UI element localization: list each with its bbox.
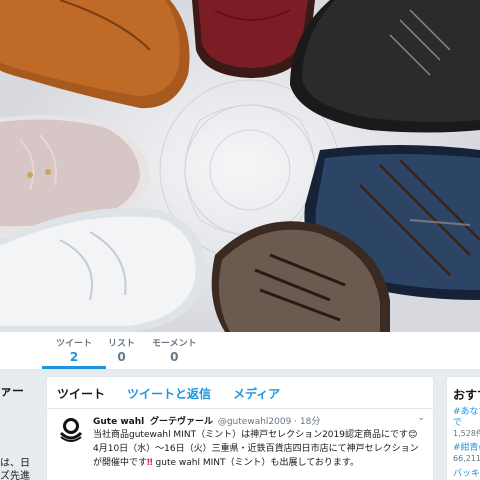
tweet-text: 当社商品gutewahl MINT（ミント）は神戸セレクション2019認定商品に… <box>93 428 429 470</box>
nav-moments-label: モーメント <box>152 339 197 349</box>
nav-tweets-count: 2 <box>69 350 79 364</box>
nav-moments[interactable]: モーメント 0 <box>152 338 197 364</box>
shoes-illustration <box>0 0 480 332</box>
profile-sidebar-heading: ァー <box>0 384 25 398</box>
nav-lists[interactable]: リスト 0 <box>108 338 135 364</box>
chevron-down-icon[interactable]: ⌄ <box>417 413 425 423</box>
trends-title: おすす <box>453 388 480 402</box>
timeline-card: ツイート ツイートと返信 メディア Gute wahl グーテヴァール @gut… <box>46 376 434 480</box>
trend-hashtag[interactable]: #あなた <box>453 407 480 418</box>
avatar[interactable] <box>57 415 85 443</box>
white-shoe <box>0 208 206 332</box>
tweet-text-line: 当社商品gutewahl MINT（ミント）は神戸セレクション2019認定商品に… <box>93 430 418 440</box>
trend-count: 66,211件 <box>453 454 480 463</box>
tweet-text-fragment: が開催中です <box>93 458 148 468</box>
nav-lists-count: 0 <box>117 350 126 364</box>
trend-item[interactable]: バッキ <box>453 469 480 480</box>
profile-sidebar: ァー は、日 ズ先進 <box>0 370 40 480</box>
profile-bio-line: ズ先進 <box>0 471 30 480</box>
trend-count: 1,528件 <box>453 429 480 438</box>
nav-tweets-label: ツイート <box>56 339 93 349</box>
tweet-text-fragment: gute wahl MINT（ミント）も出展しております。 <box>152 458 360 468</box>
tweet-author-display-name[interactable]: グーテヴァール <box>150 417 213 427</box>
trend-item[interactable]: #紺青の 66,211件 <box>453 443 480 464</box>
tab-tweets-and-replies[interactable]: ツイートと返信 <box>127 385 211 402</box>
nav-moments-count: 0 <box>170 350 179 364</box>
header-photo[interactable] <box>0 0 480 332</box>
tab-tweets[interactable]: ツイート <box>57 385 105 402</box>
tab-media[interactable]: メディア <box>233 385 280 402</box>
nav-tweets[interactable]: ツイート 2 <box>41 338 107 369</box>
tweet-timestamp[interactable]: 18分 <box>300 417 320 427</box>
timeline-tabs: ツイート ツイートと返信 メディア <box>47 377 433 409</box>
tweet[interactable]: Gute wahl グーテヴァール @gutewahl2009 · 18分 ⌄ … <box>47 410 433 480</box>
trend-hashtag[interactable]: バッキ <box>453 469 480 480</box>
black-shoe <box>290 0 480 133</box>
tweet-author-name[interactable]: Gute wahl <box>93 417 144 427</box>
trends-panel: おすす #あなた で 1,528件 #紺青の 66,211件 バッキ <box>446 376 480 480</box>
profile-nav: ツイート 2 リスト 0 モーメント 0 <box>0 332 480 370</box>
trend-hashtag-continued[interactable]: で <box>453 418 480 429</box>
nav-lists-label: リスト <box>108 339 136 349</box>
tweet-text-line: が開催中です‼ gute wahl MINT（ミント）も出展しております。 <box>93 456 429 470</box>
trend-item[interactable]: #あなた で 1,528件 <box>453 407 480 439</box>
tweet-text-line: 4月10日（水）～16日（火）三重県・近鉄百貨店四日市店にて神戸セレクション <box>93 444 419 454</box>
tweet-author-handle[interactable]: @gutewahl2009 <box>218 417 291 427</box>
twitter-profile-page: ツイート 2 リスト 0 モーメント 0 ァー は、日 ズ先進 ツイート ツイー… <box>0 0 480 480</box>
trend-hashtag[interactable]: #紺青の <box>453 443 480 454</box>
gutewahl-logo-icon <box>58 416 84 442</box>
tweet-header: Gute wahl グーテヴァール @gutewahl2009 · 18分 <box>93 417 321 427</box>
